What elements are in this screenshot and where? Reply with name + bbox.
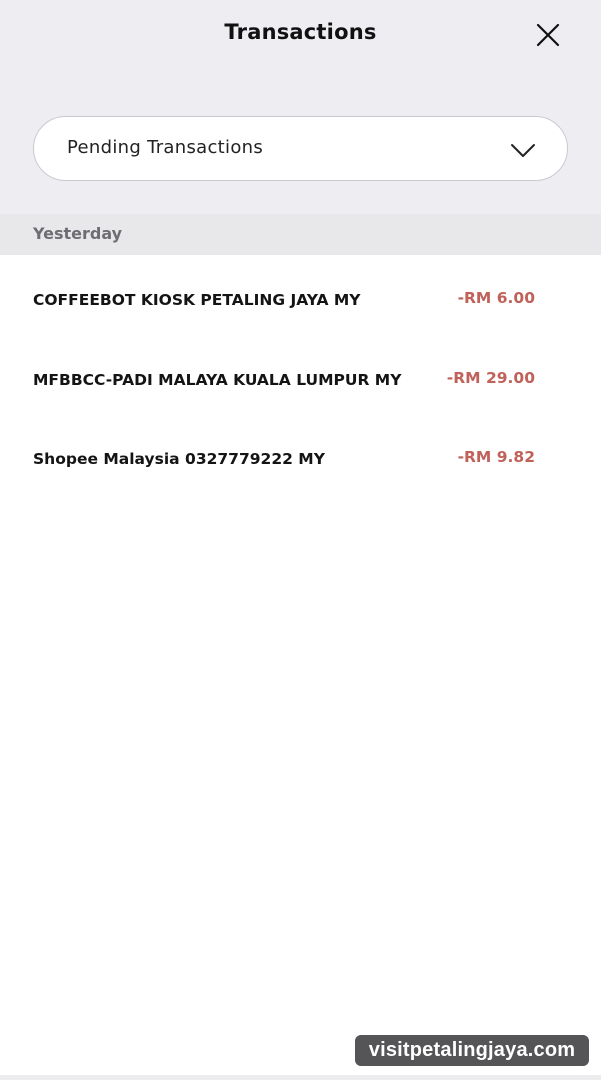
transaction-amount: -RM 9.82 bbox=[457, 448, 535, 466]
transaction-row[interactable]: Shopee Malaysia 0327779222 MY -RM 9.82 bbox=[0, 414, 601, 494]
page-title: Transactions bbox=[224, 20, 377, 44]
dropdown-selected-value: Pending Transactions bbox=[67, 137, 264, 158]
chevron-down-icon bbox=[510, 137, 536, 163]
transaction-amount: -RM 6.00 bbox=[457, 289, 535, 307]
transaction-merchant: Shopee Malaysia 0327779222 MY bbox=[33, 450, 325, 468]
transaction-amount: -RM 29.00 bbox=[446, 368, 535, 387]
transaction-row[interactable]: MFBBCC-PADI MALAYA KUALA LUMPUR MY -RM 2… bbox=[0, 335, 601, 415]
watermark-badge: visitpetalingjaya.com bbox=[353, 1033, 591, 1068]
transactions-screen: Transactions Pending Transactions Yester… bbox=[0, 0, 601, 1080]
transaction-list: COFFEEBOT KIOSK PETALING JAYA MY -RM 6.0… bbox=[0, 255, 601, 494]
header-area: Transactions Pending Transactions bbox=[0, 0, 601, 214]
transaction-row[interactable]: COFFEEBOT KIOSK PETALING JAYA MY -RM 6.0… bbox=[0, 255, 601, 335]
bottom-divider bbox=[0, 1075, 601, 1080]
section-date-label: Yesterday bbox=[33, 224, 123, 243]
close-button[interactable] bbox=[530, 17, 566, 53]
close-icon bbox=[530, 17, 566, 53]
transaction-type-dropdown[interactable]: Pending Transactions bbox=[33, 116, 568, 181]
date-section-header: Yesterday bbox=[0, 214, 601, 255]
transaction-merchant: COFFEEBOT KIOSK PETALING JAYA MY bbox=[33, 291, 361, 309]
transaction-merchant: MFBBCC-PADI MALAYA KUALA LUMPUR MY bbox=[33, 370, 402, 389]
